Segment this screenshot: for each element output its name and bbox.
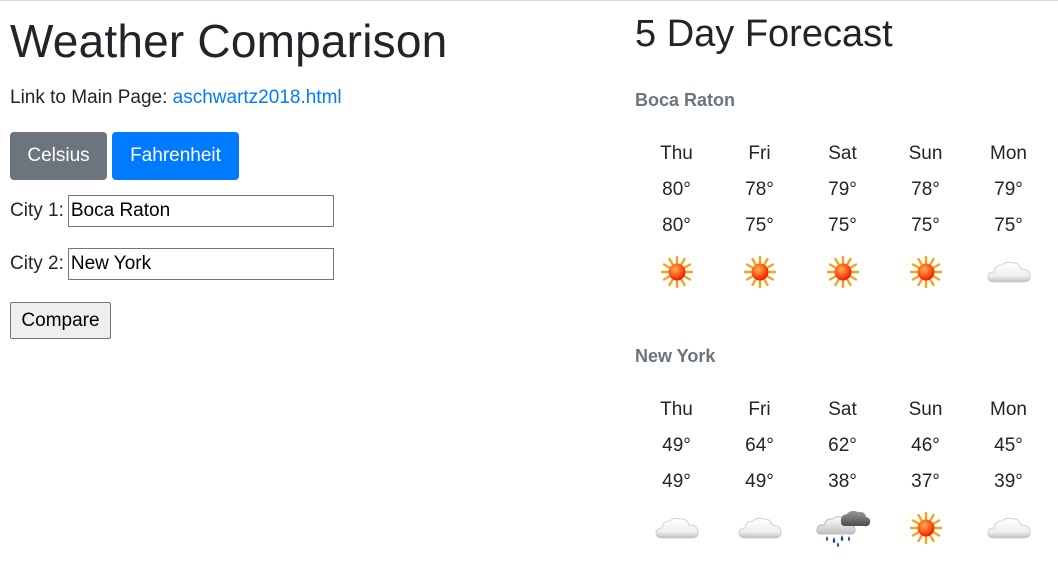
cloud-icon [967, 500, 1050, 556]
low-temp: 39° [994, 471, 1023, 492]
low-temp: 37° [911, 471, 940, 492]
link-prefix: Link to Main Page: [10, 87, 168, 108]
day-label: Fri [748, 143, 771, 164]
high-temp: 45° [994, 435, 1023, 456]
sun-icon [801, 244, 884, 300]
city1-row: City 1: [10, 195, 334, 227]
forecast-title: 5 Day Forecast [635, 13, 893, 55]
high-temp: 49° [662, 435, 691, 456]
sun-icon [718, 244, 801, 300]
high-temp: 64° [745, 435, 774, 456]
sun-icon [635, 244, 718, 300]
low-temp: 75° [745, 215, 774, 236]
city-name: Boca Raton [635, 90, 736, 110]
city-forecast: Boca Raton Thu Fri Sat Sun Mon 80° 78° 79° 78° 79°… [635, 88, 1058, 300]
low-temp: 49° [662, 471, 691, 492]
cloud-icon [635, 500, 718, 556]
low-temp: 38° [828, 471, 857, 492]
day-label: Mon [990, 143, 1027, 164]
high-temp: 62° [828, 435, 857, 456]
high-temp: 80° [662, 179, 691, 200]
cloud-icon [967, 244, 1050, 300]
rain-cloud-icon [801, 500, 884, 556]
low-temp: 49° [745, 471, 774, 492]
main-page-link-line: Link to Main Page: aschwartz2018.html [10, 87, 342, 109]
high-temp: 78° [911, 179, 940, 200]
city2-row: City 2: [10, 248, 334, 280]
day-label: Sun [908, 399, 943, 420]
day-label: Mon [990, 399, 1027, 420]
sun-icon [884, 500, 967, 556]
day-label: Sun [908, 143, 943, 164]
sun-icon [884, 244, 967, 300]
city1-input[interactable] [67, 195, 334, 227]
city-forecast: New York Thu Fri Sat Sun Mon 49° 64° 62° 46° 45° 49… [635, 344, 1058, 556]
high-temp: 79° [828, 179, 857, 200]
low-temp: 80° [662, 215, 691, 236]
city2-input[interactable] [67, 248, 334, 280]
high-temp: 79° [994, 179, 1023, 200]
day-label: Fri [748, 399, 771, 420]
city-name: New York [635, 346, 716, 366]
city1-label: City 1: [10, 200, 64, 221]
day-label: Sat [828, 143, 857, 164]
forecast-grid: Thu Fri Sat Sun Mon 80° 78° 79° 78° 79° 80° 75° 75° 7… [635, 136, 1058, 300]
fahrenheit-button[interactable]: Fahrenheit [112, 132, 239, 180]
forecast-grid: Thu Fri Sat Sun Mon 49° 64° 62° 46° 45° 49° 49° 38° 3… [635, 392, 1058, 556]
compare-button[interactable]: Compare [10, 302, 111, 339]
day-label: Thu [660, 399, 693, 420]
cloud-icon [718, 500, 801, 556]
high-temp: 46° [911, 435, 940, 456]
low-temp: 75° [994, 215, 1023, 236]
main-page-link[interactable]: aschwartz2018.html [173, 87, 342, 108]
day-label: Sat [828, 399, 857, 420]
celsius-button[interactable]: Celsius [10, 132, 107, 180]
low-temp: 75° [828, 215, 857, 236]
page-title: Weather Comparison [10, 15, 448, 67]
city2-label: City 2: [10, 253, 64, 274]
day-label: Thu [660, 143, 693, 164]
high-temp: 78° [745, 179, 774, 200]
low-temp: 75° [911, 215, 940, 236]
